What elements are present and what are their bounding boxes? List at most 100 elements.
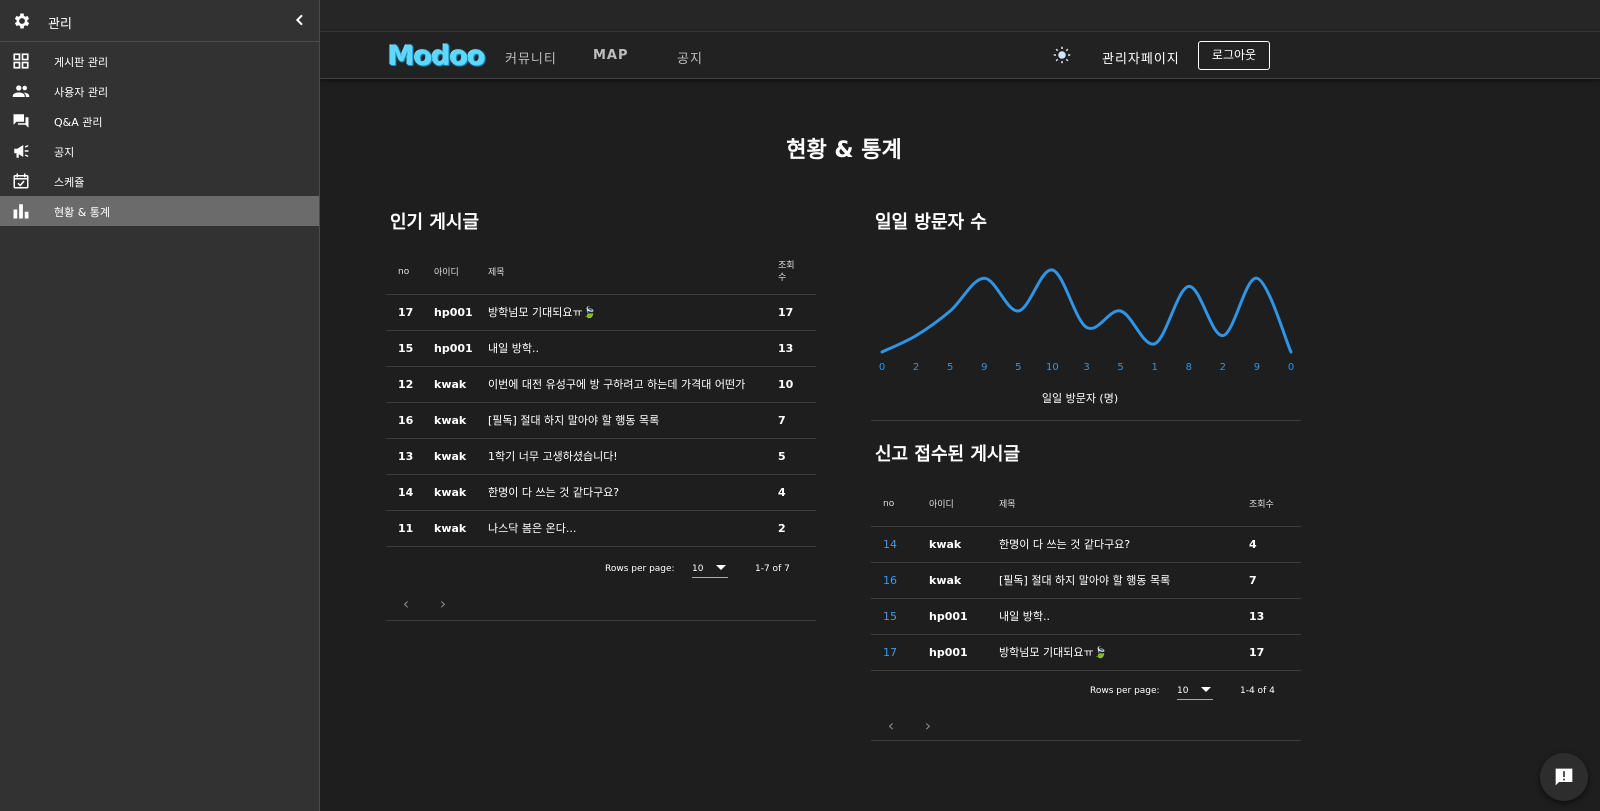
col-id[interactable]: 아이디 (917, 482, 987, 527)
x-tick-label: 3 (1083, 362, 1089, 373)
cell-id: hp001 (422, 330, 476, 367)
admin-page-link[interactable]: 관리자페이지 (1102, 48, 1180, 67)
grid-icon (13, 53, 29, 69)
nav-notice[interactable]: 공지 (677, 48, 703, 67)
visitors-line-chart: 0 2 5 9 5 10 3 5 1 8 2 9 0 (879, 268, 1294, 373)
cell-id: kwak (422, 366, 476, 403)
cell-no: 14 (386, 474, 422, 511)
logout-button[interactable]: 로그아웃 (1198, 41, 1270, 70)
page-range: 1-4 of 4 (1240, 686, 1275, 696)
col-id[interactable]: 아이디 (422, 250, 476, 295)
app-header: Modoo 커뮤니티 MAP 공지 관리자페이지 로그아웃 (320, 32, 1600, 79)
cell-title: 1학기 너무 고생하셨습니다! (476, 438, 766, 475)
cell-title: 내일 방학.. (476, 330, 766, 367)
cell-no: 15 (386, 330, 422, 367)
calendar-check-icon (13, 173, 29, 189)
table-row[interactable]: 15 hp001 내일 방학.. 13 (386, 330, 816, 367)
prev-page-icon[interactable]: ‹ (881, 716, 901, 735)
cell-title: 방학넘모 기대되요ㅠ🍃 (987, 634, 1237, 671)
col-no[interactable]: no (871, 482, 917, 527)
table-row[interactable]: 14 kwak 한명이 다 쓰는 것 같다구요? 4 (871, 526, 1301, 563)
sidebar-item-users[interactable]: 사용자 관리 (0, 76, 319, 106)
page-range: 1-7 of 7 (755, 564, 790, 574)
cell-id: kwak (422, 402, 476, 439)
table-row[interactable]: 13 kwak 1학기 너무 고생하셨습니다! 5 (386, 438, 816, 475)
cell-no: 16 (386, 402, 422, 439)
reported-posts-table: no 아이디 제목 조회수 14 kwak 한명이 다 쓰는 것 같다구요? 4 16 k… (871, 482, 1301, 671)
cell-id: kwak (917, 562, 987, 599)
rows-per-page-value: 10 (692, 564, 704, 574)
col-views[interactable]: 조회 수 (766, 250, 816, 295)
cell-no[interactable]: 14 (871, 526, 917, 563)
col-views[interactable]: 조회수 (1237, 482, 1301, 527)
cell-no[interactable]: 15 (871, 598, 917, 635)
cell-title: 한명이 다 쓰는 것 같다구요? (476, 474, 766, 511)
caret-down-icon (716, 565, 726, 570)
cell-views: 7 (1237, 562, 1301, 599)
visitors-title: 일일 방문자 수 (875, 212, 987, 233)
cell-id: hp001 (917, 598, 987, 635)
feedback-button[interactable] (1540, 753, 1588, 801)
table-row[interactable]: 17 hp001 방학넘모 기대되요ㅠ🍃 17 (386, 294, 816, 331)
cell-title: [필독] 절대 하지 말아야 할 행동 목록 (476, 402, 766, 439)
sidebar-item-label: Q&A 관리 (54, 116, 103, 129)
col-title[interactable]: 제목 (476, 250, 766, 295)
table-row[interactable]: 16 kwak [필독] 절대 하지 말아야 할 행동 목록 7 (871, 562, 1301, 599)
cell-views: 4 (766, 474, 816, 511)
col-title[interactable]: 제목 (987, 482, 1237, 527)
prev-page-icon[interactable]: ‹ (396, 594, 416, 613)
next-page-icon[interactable]: › (918, 716, 938, 735)
reported-divider (871, 740, 1301, 741)
col-no[interactable]: no (386, 250, 422, 295)
modoo-logo[interactable]: Modoo (388, 41, 486, 72)
sidebar-item-label: 스케쥴 (54, 176, 85, 189)
x-tick-label: 8 (1186, 362, 1192, 373)
cell-views: 7 (766, 402, 816, 439)
cell-title: 한명이 다 쓰는 것 같다구요? (987, 526, 1237, 563)
cell-id: kwak (422, 438, 476, 475)
table-row[interactable]: 12 kwak 이번에 대전 유성구에 방 구하려고 하는데 가격대 어떤가 10 (386, 366, 816, 403)
rows-per-page-label: Rows per page: (1090, 686, 1160, 696)
table-row[interactable]: 17 hp001 방학넘모 기대되요ㅠ🍃 17 (871, 634, 1301, 671)
cell-title: 이번에 대전 유성구에 방 구하려고 하는데 가격대 어떤가 (476, 366, 766, 403)
sidebar-item-label: 사용자 관리 (54, 86, 109, 99)
users-icon (12, 85, 30, 97)
x-tick-label: 2 (1220, 362, 1226, 373)
rows-per-page-select[interactable]: 10 (1177, 684, 1213, 700)
cell-no[interactable]: 17 (871, 634, 917, 671)
chevron-left-icon[interactable] (292, 12, 308, 28)
sidebar-item-label: 게시판 관리 (54, 56, 109, 69)
popular-posts-table: no 아이디 제목 조회 수 17 hp001 방학넘모 기대되요ㅠ🍃 17 15 hp0… (386, 250, 816, 547)
rows-per-page-select[interactable]: 10 (692, 562, 728, 578)
cell-no[interactable]: 16 (871, 562, 917, 599)
x-tick-label: 5 (947, 362, 953, 373)
admin-drawer: 관리 게시판 관리 사용자 관리 Q&A 관리 공지 스케쥴 현황 & 통계 (0, 0, 320, 811)
x-tick-label: 5 (1117, 362, 1123, 373)
cell-no: 11 (386, 510, 422, 547)
caret-down-icon (1201, 687, 1211, 692)
nav-map[interactable]: MAP (593, 48, 629, 63)
table-row[interactable]: 14 kwak 한명이 다 쓰는 것 같다구요? 4 (386, 474, 816, 511)
sidebar-item-notice[interactable]: 공지 (0, 136, 319, 166)
cell-views: 13 (766, 330, 816, 367)
sun-icon[interactable] (1053, 46, 1071, 64)
x-tick-label: 5 (1015, 362, 1021, 373)
sidebar-item-statistics[interactable]: 현황 & 통계 (0, 196, 319, 226)
sidebar-item-board[interactable]: 게시판 관리 (0, 46, 319, 76)
cell-views: 13 (1237, 598, 1301, 635)
x-tick-label: 2 (913, 362, 919, 373)
table-row[interactable]: 11 kwak 나스닥 봄은 온다... 2 (386, 510, 816, 547)
forum-icon (13, 114, 29, 128)
next-page-icon[interactable]: › (433, 594, 453, 613)
cell-id: kwak (422, 510, 476, 547)
series-line (880, 268, 1293, 354)
x-tick-label: 9 (1254, 362, 1260, 373)
sidebar-item-schedule[interactable]: 스케쥴 (0, 166, 319, 196)
table-row[interactable]: 16 kwak [필독] 절대 하지 말아야 할 행동 목록 7 (386, 402, 816, 439)
cell-id: hp001 (422, 294, 476, 331)
table-row[interactable]: 15 hp001 내일 방학.. 13 (871, 598, 1301, 635)
popular-divider (386, 620, 816, 621)
nav-community[interactable]: 커뮤니티 (505, 48, 557, 67)
sidebar-item-qna[interactable]: Q&A 관리 (0, 106, 319, 136)
bar-chart-icon (13, 204, 29, 219)
